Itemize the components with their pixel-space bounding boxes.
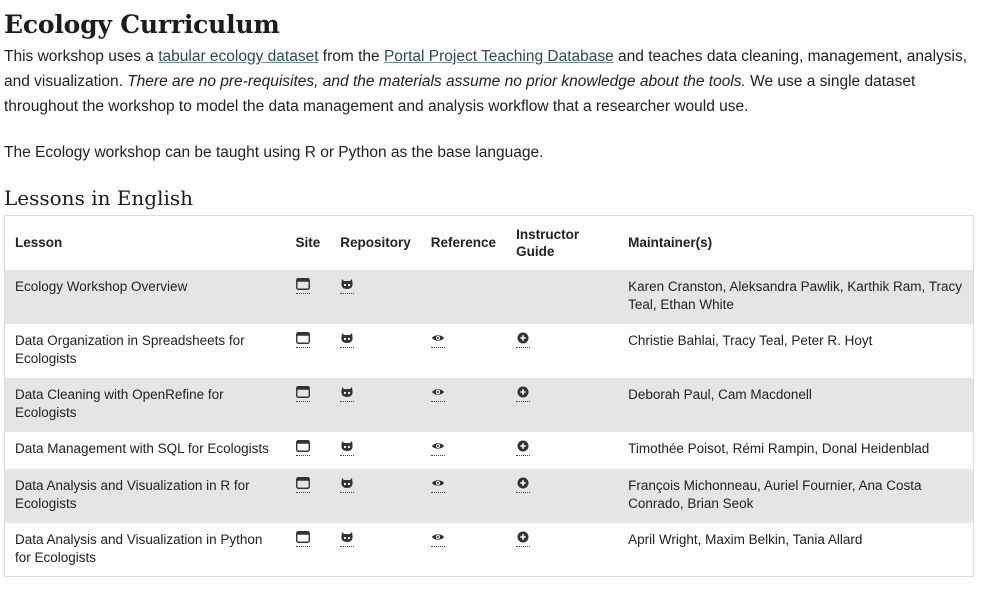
ecology-dataset-link[interactable]: tabular ecology dataset [158, 48, 318, 65]
plus-circle-icon[interactable] [516, 531, 531, 547]
browser-window-icon[interactable] [295, 385, 310, 402]
page-title: Ecology Curriculum [4, 10, 280, 39]
github-octocat-icon[interactable] [340, 477, 355, 493]
reference-cell [421, 378, 506, 432]
maintainers: Karen Cranston, Aleksandra Pawlik, Karth… [628, 278, 962, 312]
github-octocat-icon[interactable] [340, 332, 355, 348]
repository-cell [330, 523, 421, 577]
guide-cell [506, 270, 618, 324]
header-reference: Reference [430, 235, 497, 251]
table-header-row: Lesson Site Repository Reference Instruc… [5, 216, 974, 270]
site-cell [286, 523, 331, 577]
portal-database-link[interactable]: Portal Project Teaching Database [384, 48, 614, 65]
table-body: Ecology Workshop Overview Karen Cranston… [4, 269, 974, 577]
header-lesson: Lesson [15, 235, 63, 251]
site-cell [286, 469, 331, 523]
reference-cell [421, 270, 506, 324]
lesson-name: Data Management with SQL for Ecologists [15, 440, 269, 456]
intro-text: from the [318, 48, 384, 65]
reference-cell [421, 523, 506, 577]
site-cell [286, 378, 331, 432]
plus-circle-icon[interactable] [516, 477, 531, 493]
guide-cell [506, 523, 618, 577]
site-cell [286, 432, 331, 469]
header-instructor-guide: Instructor Guide [516, 226, 580, 259]
site-cell [286, 324, 331, 378]
repository-cell [330, 324, 421, 378]
table-row: Data Organization in Spreadsheets for Ec… [5, 324, 974, 378]
eye-icon[interactable] [430, 531, 445, 547]
lesson-name: Ecology Workshop Overview [15, 278, 188, 294]
maintainers: Timothée Poisot, Rémi Rampin, Donal Heid… [628, 440, 930, 456]
eye-icon[interactable] [430, 386, 445, 402]
guide-cell [506, 469, 618, 523]
table-row: Data Cleaning with OpenRefine for Ecolog… [4, 377, 974, 432]
table-row: Data Analysis and Visualization in R for… [4, 468, 974, 523]
lessons-table: Lesson Site Repository Reference Instruc… [4, 215, 974, 577]
browser-window-icon[interactable] [295, 530, 310, 547]
lesson-name: Data Analysis and Visualization in Pytho… [15, 531, 263, 565]
guide-cell [506, 432, 618, 469]
repository-cell [330, 378, 421, 432]
plus-circle-icon[interactable] [516, 440, 531, 456]
header-maintainers: Maintainer(s) [628, 235, 713, 251]
page: Ecology Curriculum This workshop uses a … [0, 10, 983, 577]
eye-icon[interactable] [430, 332, 445, 348]
maintainers: François Michonneau, Auriel Fournier, An… [628, 477, 922, 511]
browser-window-icon[interactable] [295, 331, 310, 348]
lesson-name: Data Cleaning with OpenRefine for Ecolog… [15, 386, 224, 420]
github-octocat-icon[interactable] [340, 386, 355, 402]
header-site: Site [295, 235, 321, 251]
eye-icon[interactable] [430, 440, 445, 456]
github-octocat-icon[interactable] [340, 531, 355, 547]
section-title: Lessons in English [4, 186, 194, 210]
lesson-name: Data Organization in Spreadsheets for Ec… [15, 332, 245, 366]
prerequisites-note: There are no pre-requisites, and the mat… [127, 73, 746, 90]
repository-cell [330, 469, 421, 523]
guide-cell [506, 324, 618, 378]
header-repository: Repository [340, 235, 411, 251]
eye-icon[interactable] [430, 477, 445, 493]
github-octocat-icon[interactable] [340, 278, 355, 294]
plus-circle-icon[interactable] [516, 332, 531, 348]
maintainers: Christie Bahlai, Tracy Teal, Peter R. Ho… [628, 332, 873, 348]
browser-window-icon[interactable] [295, 277, 310, 294]
reference-cell [421, 432, 506, 469]
intro-paragraph: This workshop uses a tabular ecology dat… [4, 44, 979, 119]
maintainers: April Wright, Maxim Belkin, Tania Allard [628, 531, 863, 547]
github-octocat-icon[interactable] [340, 440, 355, 456]
reference-cell [421, 324, 506, 378]
table-row: Data Management with SQL for Ecologists … [5, 432, 974, 469]
intro-text: This workshop uses a [4, 48, 159, 65]
maintainers: Deborah Paul, Cam Macdonell [628, 386, 812, 402]
repository-cell [330, 270, 421, 324]
repository-cell [330, 432, 421, 469]
lesson-name: Data Analysis and Visualization in R for… [15, 477, 250, 511]
table-row: Ecology Workshop Overview Karen Cranston… [4, 269, 974, 324]
site-cell [286, 270, 331, 324]
browser-window-icon[interactable] [295, 439, 310, 456]
table-row: Data Analysis and Visualization in Pytho… [5, 523, 974, 577]
plus-circle-icon[interactable] [516, 386, 531, 402]
browser-window-icon[interactable] [295, 476, 310, 493]
reference-cell [421, 469, 506, 523]
language-note: The Ecology workshop can be taught using… [4, 144, 544, 161]
guide-cell [506, 378, 618, 432]
